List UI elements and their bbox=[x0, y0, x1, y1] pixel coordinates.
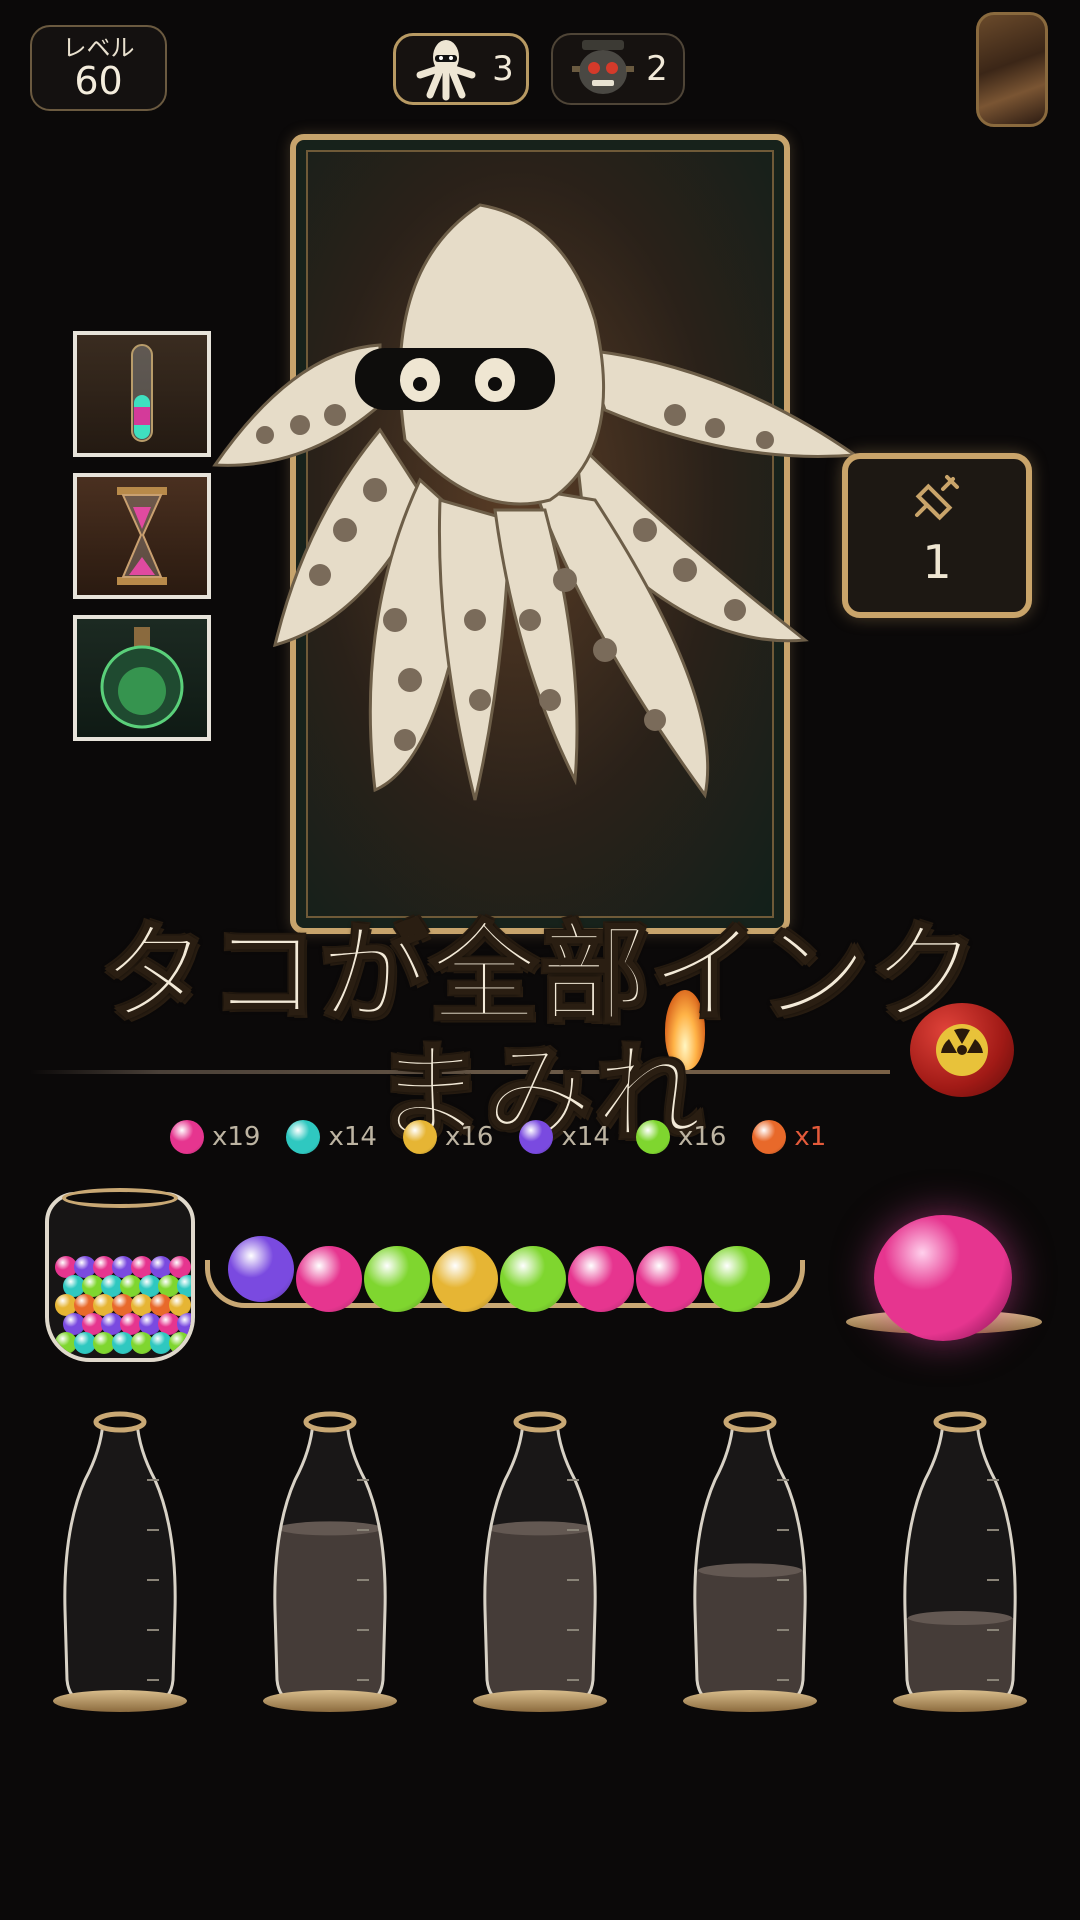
level-badge: レベル 60 bbox=[30, 25, 167, 111]
character-portrait[interactable] bbox=[976, 12, 1048, 127]
bottle[interactable] bbox=[475, 1410, 605, 1710]
ball-count-label: x14 bbox=[561, 1122, 610, 1152]
bottle-base bbox=[263, 1690, 397, 1712]
monster-icon bbox=[572, 40, 635, 94]
syringe-count: 1 bbox=[922, 535, 952, 589]
ball-count-item: x1 bbox=[752, 1120, 826, 1154]
caption-line-1: タコが全部インク bbox=[98, 912, 980, 1037]
ball-count-row: x19 x14 x16 x14 x16 x1 bbox=[170, 1120, 826, 1154]
ball-color-dot bbox=[170, 1120, 204, 1154]
queue-ball bbox=[364, 1246, 430, 1312]
syringe-booster[interactable]: 1 bbox=[842, 453, 1032, 618]
ball-jar[interactable] bbox=[45, 1192, 195, 1362]
jar-ball bbox=[169, 1332, 191, 1354]
green-flask-icon bbox=[100, 627, 184, 729]
octopus-illustration bbox=[212, 203, 860, 801]
ball-color-dot bbox=[402, 1120, 437, 1154]
ball-color-dot bbox=[519, 1120, 554, 1154]
bottle[interactable] bbox=[895, 1410, 1025, 1710]
bottle[interactable] bbox=[55, 1410, 185, 1710]
hourglass-icon bbox=[117, 487, 167, 585]
ball-count-item: x14 bbox=[286, 1120, 377, 1154]
ball-count-item: x14 bbox=[519, 1120, 610, 1154]
level-label: レベル bbox=[62, 34, 135, 62]
queue-ball bbox=[228, 1236, 294, 1302]
octopus-icon bbox=[416, 40, 476, 101]
ball-color-dot bbox=[286, 1120, 321, 1154]
bottle-base bbox=[683, 1690, 817, 1712]
ball-count-label: x1 bbox=[794, 1122, 827, 1152]
queue-ball bbox=[432, 1246, 498, 1312]
ball-color-dot bbox=[635, 1120, 670, 1154]
queue-ball bbox=[500, 1246, 566, 1312]
queue-ball bbox=[296, 1246, 362, 1312]
ball-count-label: x19 bbox=[212, 1122, 261, 1152]
current-ball[interactable] bbox=[874, 1215, 1012, 1341]
bottle-base bbox=[473, 1690, 607, 1712]
jar-rim bbox=[62, 1188, 178, 1208]
monster-counter[interactable]: 2 bbox=[551, 33, 685, 105]
ball-color-dot bbox=[752, 1120, 787, 1154]
ball-count-item: x16 bbox=[635, 1120, 727, 1154]
queue-ball bbox=[704, 1246, 770, 1312]
bottle-base bbox=[893, 1690, 1027, 1712]
ball-count-item: x19 bbox=[170, 1120, 260, 1154]
bottle[interactable] bbox=[265, 1410, 395, 1710]
ball-count-label: x14 bbox=[328, 1122, 377, 1152]
monster-count: 2 bbox=[646, 49, 668, 89]
ball-count-item: x16 bbox=[402, 1120, 494, 1154]
queue-ball bbox=[636, 1246, 702, 1312]
tile-test-tube[interactable] bbox=[73, 331, 211, 457]
bottle[interactable] bbox=[685, 1410, 815, 1710]
tile-hourglass[interactable] bbox=[73, 473, 211, 599]
ball-count-label: x16 bbox=[444, 1122, 494, 1152]
octopus-counter[interactable]: 3 bbox=[393, 33, 529, 105]
level-value: 60 bbox=[74, 59, 123, 103]
queue-ball bbox=[568, 1246, 634, 1312]
bottle-base bbox=[53, 1690, 187, 1712]
ball-count-label: x16 bbox=[677, 1122, 727, 1152]
tile-green-flask[interactable] bbox=[73, 615, 211, 741]
test-tube-icon bbox=[131, 344, 153, 442]
syringe-icon bbox=[915, 475, 959, 521]
octopus-count: 3 bbox=[492, 49, 514, 89]
